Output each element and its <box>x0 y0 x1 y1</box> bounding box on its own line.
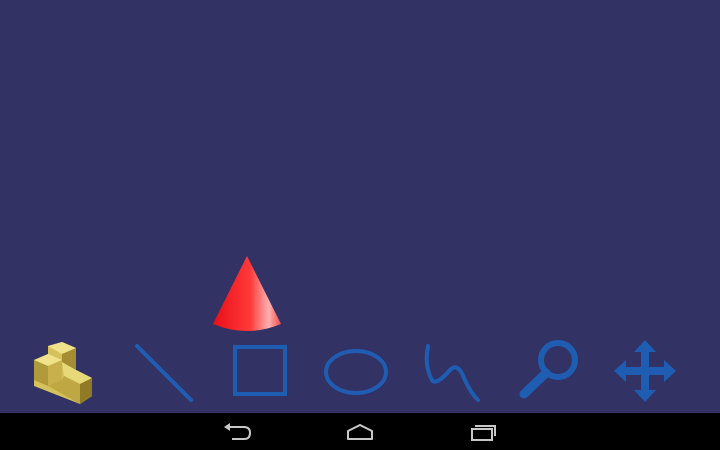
zoom-tool-button[interactable] <box>514 336 584 406</box>
freehand-curve-tool-icon <box>424 344 480 402</box>
freehand-curve-tool-button[interactable] <box>420 336 490 406</box>
rectangle-tool-icon <box>233 345 287 396</box>
home-icon <box>347 423 373 440</box>
drawing-canvas[interactable] <box>0 0 720 413</box>
back-icon <box>224 422 252 440</box>
cone-icon[interactable] <box>210 252 285 332</box>
recent-apps-button[interactable] <box>452 413 512 450</box>
back-button[interactable] <box>208 413 268 450</box>
system-navigation-bar <box>0 413 720 450</box>
rectangle-tool-button[interactable] <box>226 336 296 406</box>
line-tool-button[interactable] <box>128 336 198 406</box>
home-button[interactable] <box>330 413 390 450</box>
magnifier-zoom-icon <box>519 340 578 399</box>
recent-apps-icon <box>471 424 496 441</box>
ellipse-tool-icon <box>324 349 388 395</box>
line-tool-icon <box>135 344 193 402</box>
move-arrows-icon <box>614 340 676 402</box>
ellipse-tool-button[interactable] <box>320 336 390 406</box>
solid-shape-tool-button[interactable] <box>28 336 98 406</box>
solid-shape-icon <box>34 342 92 404</box>
move-tool-button[interactable] <box>610 336 680 406</box>
